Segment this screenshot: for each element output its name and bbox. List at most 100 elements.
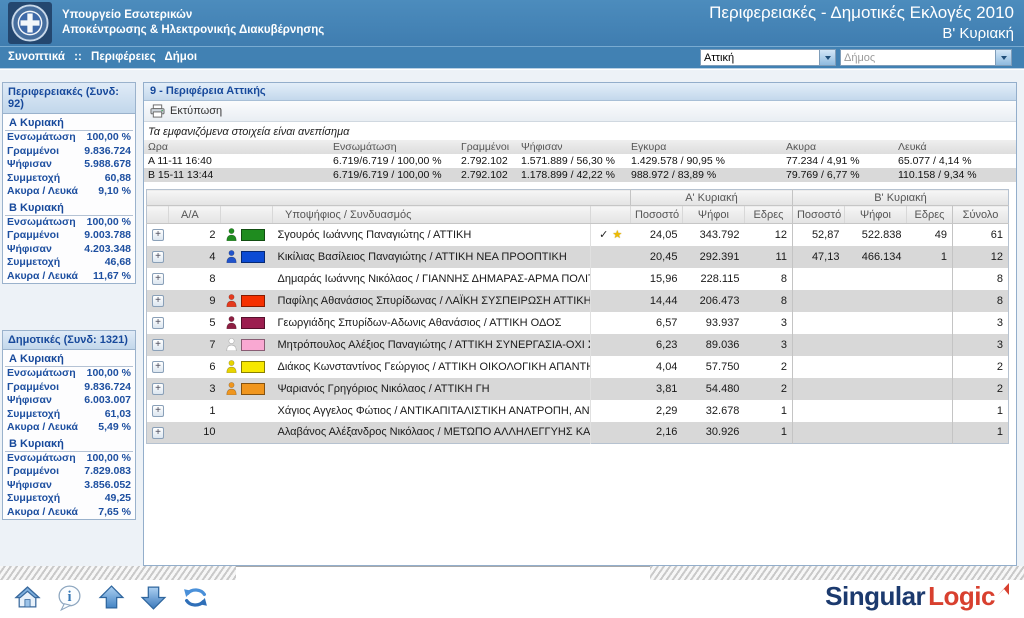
pct-b: 52,87 <box>792 224 844 246</box>
pct-b <box>792 400 844 422</box>
page-up-icon[interactable] <box>98 584 125 611</box>
pct-b <box>792 312 844 334</box>
stat-row: Συμμετοχή60,88 <box>3 172 135 186</box>
stat-row: Συμμετοχή46,68 <box>3 256 135 270</box>
stat-row: Γραμμένοι9.003.788 <box>3 229 135 243</box>
group-header-round-a: Α' Κυριακή <box>630 190 792 206</box>
stat-label: Ψήφισαν <box>7 243 52 257</box>
stat-label: Γραμμένοι <box>7 381 59 395</box>
summary-cell: 65.077 / 4,14 % <box>894 154 1016 168</box>
logo-logic-text: Logic <box>928 580 995 612</box>
nav-bar: Συνοπτικά :: Περιφέρειες Δήμοι <box>0 46 1024 69</box>
votes-a: 206.473 <box>682 290 744 312</box>
stat-value: 9,10 % <box>98 185 131 199</box>
row-aa: 9 <box>169 290 221 312</box>
votes-b <box>844 334 906 356</box>
stat-value: 100,00 % <box>87 216 131 230</box>
col-header-votes-a: Ψήφοι <box>682 206 744 224</box>
nav-municipalities-link[interactable]: Δήμοι <box>165 51 198 63</box>
expand-row-button[interactable]: + <box>152 251 164 263</box>
ministry-name: Υπουργείο Εσωτερικών Αποκέντρωσης & Ηλεκ… <box>62 8 324 38</box>
summary-col-header: Ενσωμάτωση <box>329 140 457 154</box>
seats-a: 11 <box>744 246 792 268</box>
panel-title: 9 - Περιφέρεια Αττικής <box>144 83 1016 101</box>
expand-row-button[interactable]: + <box>152 229 164 241</box>
expand-row-button[interactable]: + <box>152 383 164 395</box>
info-icon[interactable]: i <box>56 584 83 611</box>
expand-row-button[interactable]: + <box>152 361 164 373</box>
stats-section-title: Β Κυριακή <box>5 199 133 216</box>
seats-a: 3 <box>744 334 792 356</box>
page-down-icon[interactable] <box>140 584 167 611</box>
expand-row-button[interactable]: + <box>152 295 164 307</box>
region-dropdown-arrow-icon[interactable] <box>819 50 835 65</box>
expand-row-button[interactable]: + <box>152 405 164 417</box>
column-header-row: Α/Α Υποψήφιος / Συνδυασμός Ποσοστό Ψήφοι… <box>147 206 1009 224</box>
stat-row: Γραμμένοι9.836.724 <box>3 145 135 159</box>
stat-label: Ψήφισαν <box>7 158 52 172</box>
row-aa: 2 <box>169 224 221 246</box>
municipality-input[interactable] <box>841 50 995 65</box>
municipality-dropdown-arrow-icon[interactable] <box>995 50 1011 65</box>
stat-row: Ψήφισαν3.856.052 <box>3 479 135 493</box>
votes-a: 32.678 <box>682 400 744 422</box>
result-row: +7Μητρόπουλος Αλέξιος Παναγιώτης / ΑΤΤΙΚ… <box>147 334 1009 356</box>
home-icon[interactable] <box>14 584 41 611</box>
col-header-votes-b: Ψήφοι <box>844 206 906 224</box>
nav-overview-link[interactable]: Συνοπτικά <box>8 51 65 63</box>
stat-value: 49,25 <box>105 492 131 506</box>
seats-a: 2 <box>744 356 792 378</box>
result-row: +5 Γεωργιάδης Σπυρίδων-Αδωνις Αθανάσιος /… <box>147 312 1009 334</box>
summary-cell: 77.234 / 4,91 % <box>782 154 894 168</box>
row-aa: 5 <box>169 312 221 334</box>
stat-label: Ακυρα / Λευκά <box>7 506 78 520</box>
summary-col-header: Ακυρα <box>782 140 894 154</box>
seats-a: 2 <box>744 378 792 400</box>
footer: i Singular Logic <box>0 580 1024 618</box>
expand-row-button[interactable]: + <box>152 339 164 351</box>
stat-value: 3.856.052 <box>84 479 131 493</box>
party-color-swatch <box>241 229 265 241</box>
region-combobox[interactable] <box>700 49 836 66</box>
total-seats: 61 <box>952 224 1008 246</box>
pct-a: 6,23 <box>630 334 682 356</box>
stat-value: 100,00 % <box>87 367 131 381</box>
result-row: +8Δημαράς Ιωάννης Νικόλαος / ΓΙΑΝΝΗΣ ΔΗΜ… <box>147 268 1009 290</box>
total-seats: 8 <box>952 290 1008 312</box>
stats-section-title: Α Κυριακή <box>5 114 133 131</box>
regional-stats-title: Περιφερειακές (Συνδ: 92) <box>3 83 135 114</box>
candidate-person-icon <box>226 316 237 329</box>
candidate-name: Διάκος Κωνσταντίνος Γεώργιος / ΑΤΤΙΚΗ ΟΙ… <box>273 356 591 378</box>
stat-label: Ενσωμάτωση <box>7 216 76 230</box>
col-header-elected <box>590 206 630 224</box>
divider-gap <box>236 566 650 580</box>
party-color-swatch <box>241 317 265 329</box>
stat-row: Ψήφισαν6.003.007 <box>3 394 135 408</box>
stat-value: 9.836.724 <box>84 145 131 159</box>
candidate-name: Δημαράς Ιωάννης Νικόλαος / ΓΙΑΝΝΗΣ ΔΗΜΑΡ… <box>273 268 591 290</box>
refresh-icon[interactable] <box>182 584 209 611</box>
seats-b <box>906 356 952 378</box>
nav-regions-link[interactable]: Περιφέρειες <box>91 51 156 63</box>
summary-cell: 988.972 / 83,89 % <box>627 168 782 182</box>
candidate-person-icon <box>226 360 237 373</box>
candidate-name: Γεωργιάδης Σπυρίδων-Αδωνις Αθανάσιος / Α… <box>273 312 591 334</box>
striped-divider <box>0 566 1024 580</box>
elected-check-icon: ✓ <box>599 229 608 241</box>
expand-row-button[interactable]: + <box>152 427 164 439</box>
pct-a: 24,05 <box>630 224 682 246</box>
ministry-line1: Υπουργείο Εσωτερικών <box>62 8 324 23</box>
col-header-total: Σύνολο <box>952 206 1008 224</box>
stat-row: Ενσωμάτωση100,00 % <box>3 452 135 466</box>
summary-cell: 2.792.102 <box>457 154 517 168</box>
pct-b <box>792 356 844 378</box>
print-button[interactable]: Εκτύπωση <box>150 104 222 118</box>
expand-row-button[interactable]: + <box>152 273 164 285</box>
seats-a: 1 <box>744 400 792 422</box>
expand-row-button[interactable]: + <box>152 317 164 329</box>
municipality-combobox[interactable] <box>840 49 1012 66</box>
elected-cell <box>590 378 630 400</box>
pct-a: 15,96 <box>630 268 682 290</box>
pct-b <box>792 268 844 290</box>
region-input[interactable] <box>701 50 819 65</box>
